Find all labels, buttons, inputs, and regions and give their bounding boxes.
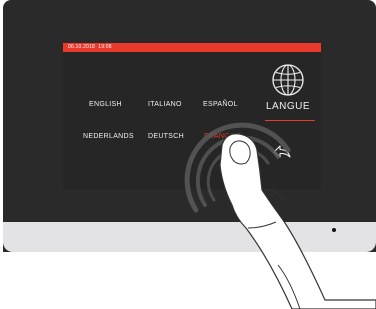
touch-gesture-overlay xyxy=(184,122,376,309)
pointing-hand-icon xyxy=(219,133,376,309)
